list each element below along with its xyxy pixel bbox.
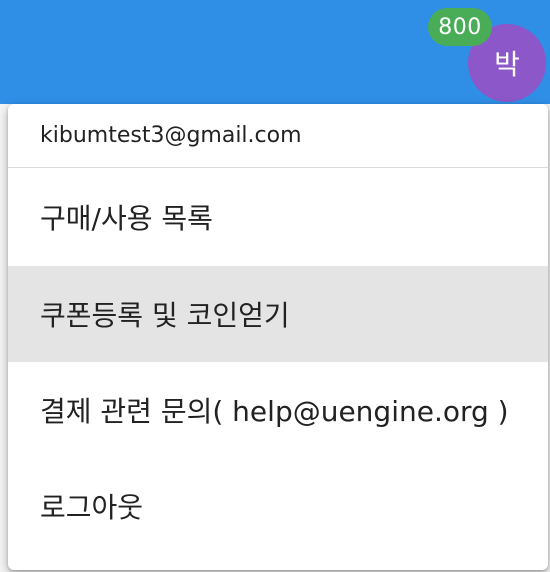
menu-item-coupon-register[interactable]: 쿠폰등록 및 코인얻기 xyxy=(8,266,548,362)
menu-item-label: 결제 관련 문의( help@uengine.org ) xyxy=(40,395,509,428)
menu-item-label: 구매/사용 목록 xyxy=(40,202,213,235)
avatar-initial: 박 xyxy=(494,48,520,81)
menu-item-logout[interactable]: 로그아웃 xyxy=(8,458,548,554)
user-dropdown-menu: kibumtest3@gmail.com 구매/사용 목록 쿠폰등록 및 코인얻… xyxy=(8,104,548,570)
coin-count-badge: 800 xyxy=(428,8,492,46)
menu-item-label: 쿠폰등록 및 코인얻기 xyxy=(40,299,290,332)
menu-item-label: 로그아웃 xyxy=(40,491,144,524)
user-email: kibumtest3@gmail.com xyxy=(8,104,548,168)
menu-item-payment-inquiry[interactable]: 결제 관련 문의( help@uengine.org ) xyxy=(8,362,548,458)
menu-item-purchase-history[interactable]: 구매/사용 목록 xyxy=(8,168,548,266)
